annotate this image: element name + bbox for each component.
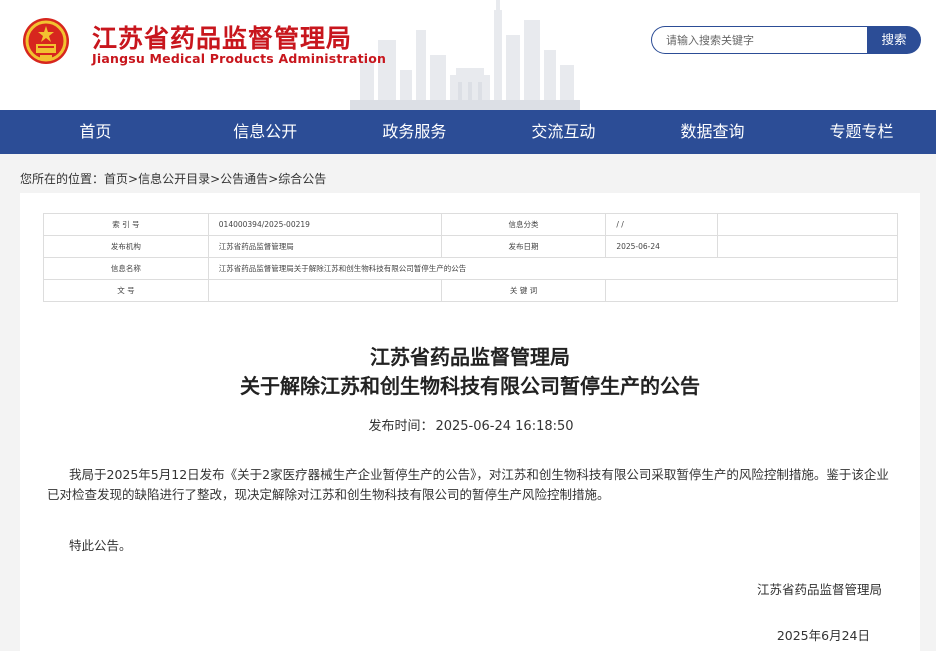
- meta-label-index: 索 引 号: [43, 213, 209, 236]
- article-title-line1: 江苏省药品监督管理局: [370, 345, 570, 369]
- nav-item-home[interactable]: 首页: [0, 110, 191, 154]
- article-closing: 特此公告。: [69, 538, 132, 553]
- search-button[interactable]: 搜索: [867, 26, 921, 54]
- breadcrumb: 您所在的位置：首页>信息公开目录>公告通告>综合公告: [20, 170, 326, 187]
- breadcrumb-info-catalog[interactable]: 信息公开目录: [138, 172, 210, 186]
- meta-value-index: 014000394/2025-00219: [207, 213, 442, 236]
- meta-value-keywords: [605, 279, 898, 302]
- table-row: 索 引 号 014000394/2025-00219 信息分类 / /: [43, 213, 898, 236]
- meta-label-info-name: 信息名称: [43, 257, 209, 280]
- breadcrumb-separator: >: [268, 172, 279, 186]
- publish-time: 发布时间： 2025-06-24 16:18:50: [20, 415, 920, 434]
- table-row: 信息名称 江苏省药品监督管理局关于解除江苏和创生物科技有限公司暂停生产的公告: [43, 257, 899, 280]
- main-nav: 首页 信息公开 政务服务 交流互动 数据查询 专题专栏: [0, 110, 936, 154]
- meta-label-keywords: 关 键 词: [440, 279, 607, 302]
- article-container: 索 引 号 014000394/2025-00219 信息分类 / / 发布机构…: [20, 193, 920, 651]
- article-title: 江苏省药品监督管理局 关于解除江苏和创生物科技有限公司暂停生产的公告: [20, 343, 920, 401]
- nav-item-special-topics[interactable]: 专题专栏: [787, 110, 936, 154]
- nav-item-data-query[interactable]: 数据查询: [638, 110, 787, 154]
- site-header: 江苏省药品监督管理局 Jiangsu Medical Products Admi…: [0, 0, 936, 110]
- meta-label-publish-date: 发布日期: [440, 235, 607, 258]
- meta-value-category: / /: [605, 213, 719, 236]
- breadcrumb-separator: >: [128, 172, 139, 186]
- meta-label-category: 信息分类: [440, 213, 607, 236]
- article-paragraph: 我局于2025年5月12日发布《关于2家医疗器械生产企业暂停生产的公告》，对江苏…: [47, 467, 889, 502]
- meta-value-publish-date: 2025-06-24: [605, 235, 719, 258]
- nav-item-government-services[interactable]: 政务服务: [340, 110, 489, 154]
- breadcrumb-announcements[interactable]: 公告通告: [220, 172, 268, 186]
- article-body: 我局于2025年5月12日发布《关于2家医疗器械生产企业暂停生产的公告》，对江苏…: [47, 465, 897, 505]
- meta-label-publisher: 发布机构: [43, 235, 209, 258]
- breadcrumb-home[interactable]: 首页: [104, 172, 128, 186]
- breadcrumb-separator: >: [210, 172, 221, 186]
- info-meta-table: 索 引 号 014000394/2025-00219 信息分类 / / 发布机构…: [43, 213, 899, 302]
- meta-value-info-name: 江苏省药品监督管理局关于解除江苏和创生物科技有限公司暂停生产的公告: [207, 257, 899, 280]
- national-emblem-icon: [23, 18, 69, 64]
- nav-item-interaction[interactable]: 交流互动: [489, 110, 638, 154]
- publish-time-value: 2025-06-24 16:18:50: [435, 419, 574, 434]
- article-title-line2: 关于解除江苏和创生物科技有限公司暂停生产的公告: [240, 374, 700, 398]
- meta-empty-cell: [717, 213, 898, 236]
- meta-label-doc-number: 文 号: [43, 279, 209, 302]
- meta-value-doc-number: [207, 279, 442, 302]
- table-row: 文 号 关 键 词: [43, 279, 898, 302]
- breadcrumb-general-announcements[interactable]: 综合公告: [278, 172, 326, 186]
- article-signature: 江苏省药品监督管理局: [756, 582, 882, 597]
- nav-item-info-disclosure[interactable]: 信息公开: [191, 110, 340, 154]
- publish-time-label: 发布时间：: [368, 419, 434, 434]
- table-row: 发布机构 江苏省药品监督管理局 发布日期 2025-06-24: [43, 235, 898, 258]
- breadcrumb-prefix: 您所在的位置：: [20, 172, 105, 186]
- site-title-english: Jiangsu Medical Products Administration: [92, 51, 387, 66]
- search-input[interactable]: [651, 26, 869, 54]
- article-sign-date: 2025年6月24日: [776, 628, 870, 643]
- site-title: 江苏省药品监督管理局: [92, 24, 353, 53]
- meta-empty-cell: [717, 235, 898, 258]
- meta-value-publisher: 江苏省药品监督管理局: [207, 235, 442, 258]
- search-box: 搜索: [651, 26, 921, 54]
